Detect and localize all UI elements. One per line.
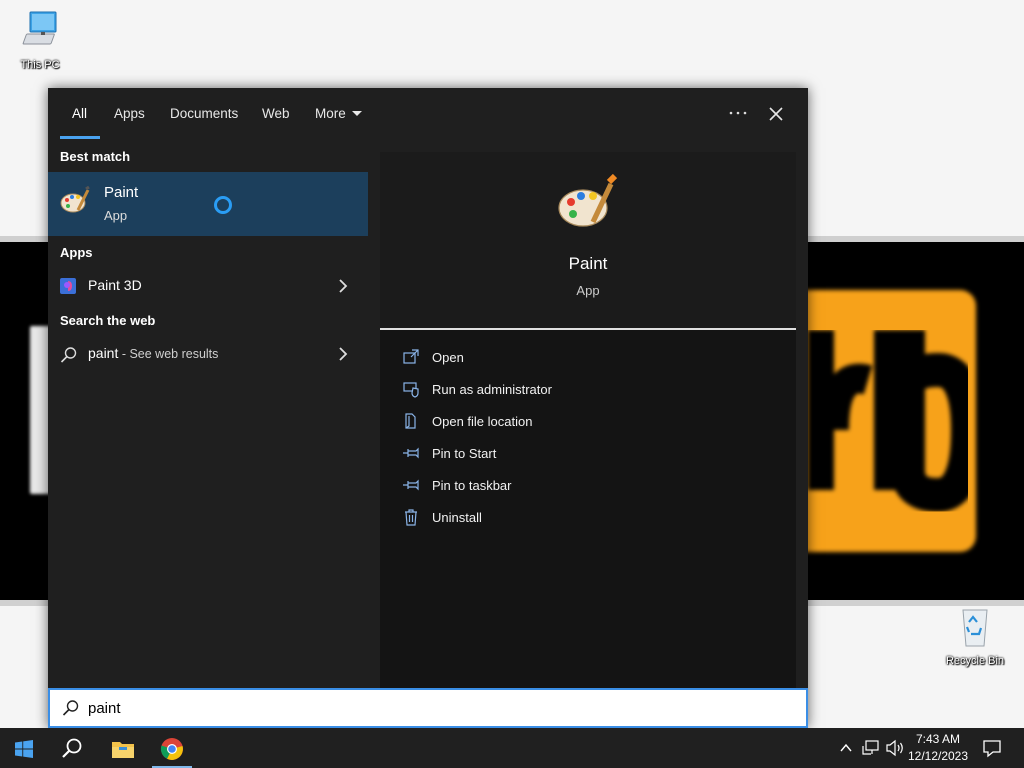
chevron-up-icon[interactable] [838, 740, 854, 756]
search-box [48, 688, 808, 728]
section-apps: Apps [60, 245, 93, 260]
notification-icon[interactable] [982, 738, 1002, 758]
detail-app-name: Paint [568, 254, 608, 273]
best-match-paint[interactable]: Paint App [48, 172, 368, 236]
clock-date: 12/12/2023 [907, 749, 969, 763]
search-icon [62, 700, 79, 716]
volume-icon[interactable] [885, 739, 905, 757]
action-label: Pin to taskbar [432, 478, 512, 493]
detail-pane: Paint App Open Run as administrator Open… [380, 152, 796, 688]
trash-icon [405, 509, 417, 526]
paint-app-icon [60, 186, 90, 213]
open-icon [403, 349, 419, 364]
taskbar: 7:43 AM 12/12/2023 [0, 728, 1024, 768]
shield-icon [403, 382, 419, 398]
web-result-text: paint - See web results [88, 345, 218, 361]
tab-more-label: More [315, 106, 346, 121]
paint-3d-icon [60, 278, 76, 294]
action-label: Run as administrator [432, 382, 552, 397]
tab-documents[interactable]: Documents [170, 88, 238, 140]
detail-app-type: App [576, 283, 600, 298]
action-pin-to-taskbar[interactable]: Pin to taskbar [380, 470, 796, 502]
desktop-icon-label: Recycle Bin [945, 655, 1005, 667]
search-icon [62, 738, 82, 758]
windows-logo-icon [15, 740, 33, 758]
web-query: paint [88, 345, 119, 361]
taskbar-search-button[interactable] [48, 728, 96, 768]
action-open-file-location[interactable]: Open file location [380, 406, 796, 438]
search-input[interactable] [88, 696, 788, 720]
computer-icon [22, 11, 57, 45]
detail-divider [380, 328, 796, 330]
folder-icon [112, 742, 134, 758]
desktop-icon-this-pc[interactable]: This PC [0, 8, 80, 71]
action-label: Open file location [432, 414, 533, 429]
results-list: Best match Paint App Apps Paint 3D Searc… [48, 140, 380, 688]
chevron-right-icon [339, 279, 348, 293]
result-title-text: Paint 3D [88, 277, 142, 293]
recycle-bin-icon [962, 609, 988, 647]
search-tabs-bar: All Apps Documents Web More [48, 88, 808, 140]
action-pin-to-start[interactable]: Pin to Start [380, 438, 796, 470]
search-icon [60, 347, 77, 363]
action-open[interactable]: Open [380, 342, 796, 374]
network-icon[interactable] [862, 739, 880, 757]
result-title: Paint 3D [88, 277, 142, 293]
file-location-icon [405, 413, 416, 429]
tab-web[interactable]: Web [262, 88, 290, 140]
loading-spinner-icon [214, 196, 232, 214]
result-paint-3d[interactable]: Paint 3D [48, 270, 368, 302]
best-match-subtitle: App [104, 208, 128, 223]
desktop-icon-label: This PC [20, 59, 60, 71]
paint-app-icon-large [558, 174, 618, 227]
wallpaper-logo-glyphs [808, 330, 968, 513]
action-uninstall[interactable]: Uninstall [380, 502, 796, 534]
taskbar-file-explorer[interactable] [98, 728, 146, 768]
action-label: Uninstall [432, 510, 482, 525]
action-run-as-admin[interactable]: Run as administrator [380, 374, 796, 406]
action-label: Pin to Start [432, 446, 497, 461]
chevron-right-icon [339, 347, 348, 361]
taskbar-chrome[interactable] [148, 728, 196, 768]
start-button[interactable] [0, 728, 48, 768]
chevron-down-icon [351, 110, 362, 116]
ellipsis-icon [729, 111, 747, 115]
tab-all[interactable]: All [72, 88, 87, 140]
section-best-match: Best match [60, 149, 131, 164]
active-tab-indicator [60, 136, 100, 139]
system-clock[interactable]: 7:43 AM 12/12/2023 [904, 731, 972, 765]
best-match-title: Paint [104, 184, 139, 201]
detail-header: Paint App [380, 152, 796, 328]
section-search-web: Search the web [60, 313, 156, 328]
tab-apps[interactable]: Apps [114, 88, 145, 140]
pin-icon [403, 447, 419, 459]
action-label: Open [432, 350, 464, 365]
tab-more[interactable]: More [315, 88, 362, 140]
close-icon [769, 107, 783, 121]
clock-time: 7:43 AM [915, 732, 961, 746]
result-web-search[interactable]: paint - See web results [48, 338, 368, 370]
more-options-button[interactable] [724, 100, 752, 128]
desktop-icon-recycle-bin[interactable]: Recycle Bin [935, 604, 1015, 667]
search-panel: All Apps Documents Web More Best match P… [48, 88, 808, 728]
pin-icon [403, 479, 419, 491]
close-button[interactable] [762, 100, 790, 128]
web-suffix: - See web results [118, 347, 219, 361]
chrome-icon [160, 738, 183, 760]
